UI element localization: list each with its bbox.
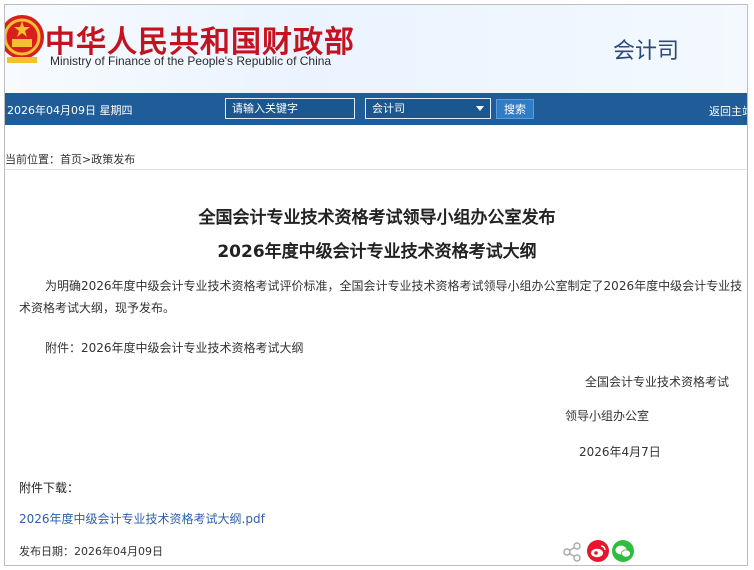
scope-select-value: 会计司	[372, 102, 405, 115]
site-header: 中华人民共和国财政部 Ministry of Finance of the Pe…	[5, 5, 747, 93]
attachment-line: 附件：2026年度中级会计专业技术资格考试大纲	[45, 341, 304, 355]
signature-date: 2026年4月7日	[579, 445, 661, 459]
wechat-icon[interactable]	[612, 540, 634, 562]
publish-date: 发布日期：2026年04月09日	[19, 545, 163, 558]
chevron-down-icon	[476, 106, 484, 111]
national-emblem-icon	[5, 15, 44, 63]
scope-select[interactable]: 会计司	[365, 98, 491, 119]
search-input[interactable]: 请输入关键字	[225, 98, 355, 119]
attachment-download-link[interactable]: 2026年度中级会计专业技术资格考试大纲.pdf	[19, 510, 265, 527]
article-paragraph: 为明确2026年度中级会计专业技术资格考试评价标准，全国会计专业技术资格考试领导…	[19, 279, 743, 315]
site-subtitle: Ministry of Finance of the People's Repu…	[50, 54, 332, 68]
top-nav-bar: 2026年04月09日 星期四 请输入关键字 会计司 搜索 返回主站	[5, 93, 747, 125]
signature-line1: 全国会计专业技术资格考试	[585, 375, 730, 389]
return-home-link[interactable]: 返回主站	[709, 103, 747, 119]
page-frame: 中华人民共和国财政部 Ministry of Finance of the Pe…	[4, 4, 748, 566]
department-name: 会计司	[613, 39, 680, 64]
share-icon[interactable]	[561, 541, 583, 563]
article-title-line2: 2026年度中级会计专业技术资格考试大纲	[217, 242, 537, 262]
divider	[5, 169, 747, 170]
signature-line2: 领导小组办公室	[565, 409, 650, 423]
current-date: 2026年04月09日 星期四	[7, 104, 133, 117]
weibo-icon[interactable]	[587, 540, 609, 562]
search-button[interactable]: 搜索	[496, 99, 534, 119]
article-title-line1: 全国会计专业技术资格考试领导小组办公室发布	[198, 208, 556, 228]
breadcrumb[interactable]: 当前位置：首页>政策发布	[5, 151, 135, 167]
downloads-label: 附件下载：	[19, 481, 80, 495]
